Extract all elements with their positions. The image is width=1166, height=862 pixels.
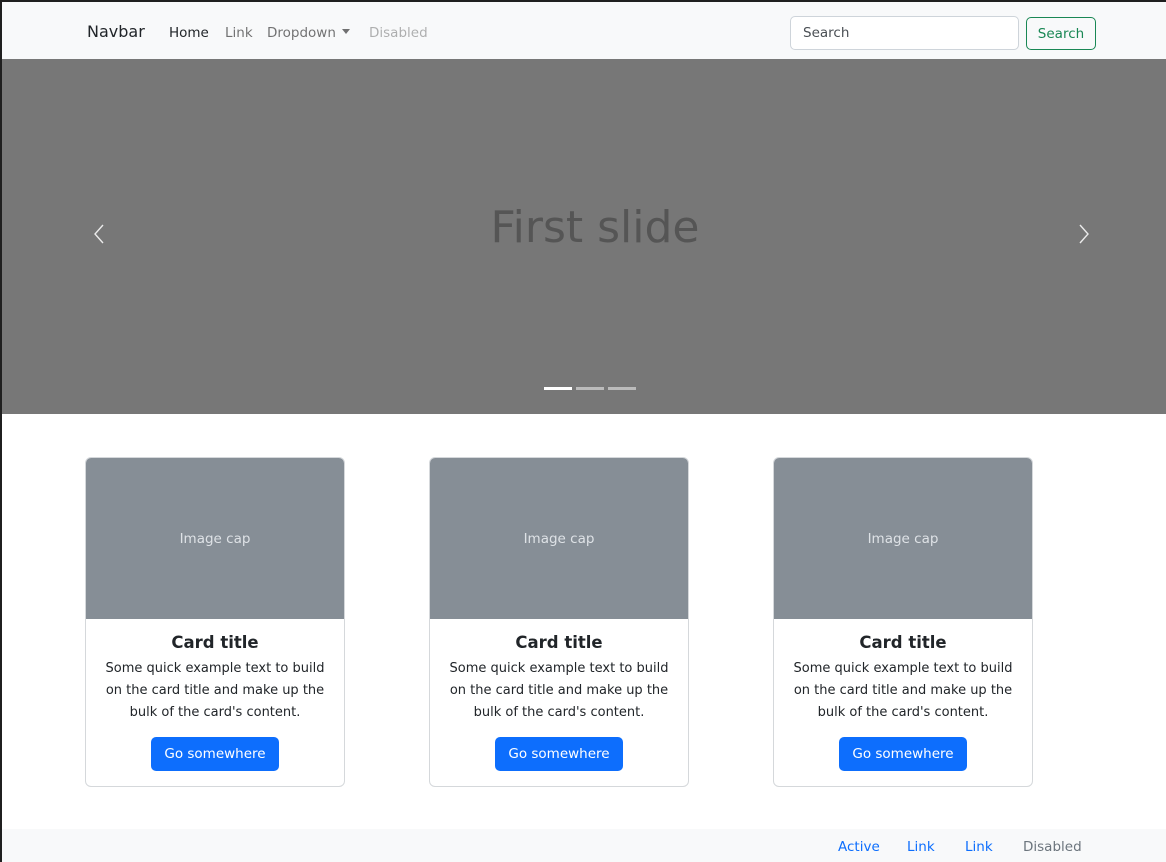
footer-link-disabled: Disabled [1023, 839, 1082, 855]
nav-dropdown-label: Dropdown [267, 25, 336, 41]
nav-dropdown[interactable]: Dropdown [267, 25, 350, 41]
carousel-indicator-3[interactable] [608, 387, 636, 390]
card-image-label: Image cap [179, 530, 251, 547]
search-button[interactable]: Search [1026, 17, 1096, 50]
card-text: Some quick example text to build on the … [449, 661, 669, 720]
caret-down-icon [341, 29, 350, 34]
card-2: Image cap Card title Some quick example … [429, 457, 689, 787]
card-image-label: Image cap [523, 530, 595, 547]
card-title: Card title [171, 633, 259, 652]
card-image-label: Image cap [867, 530, 939, 547]
carousel-prev-button[interactable] [84, 219, 114, 249]
carousel-indicators [0, 387, 1166, 403]
footer-link-2[interactable]: Link [965, 839, 993, 855]
card-button[interactable]: Go somewhere [495, 737, 623, 771]
search-input[interactable] [790, 16, 1019, 50]
navbar-brand[interactable]: Navbar [87, 22, 145, 41]
carousel-indicator-1[interactable] [544, 387, 572, 390]
carousel: First slide [0, 59, 1166, 414]
card-image: Image cap [430, 458, 688, 619]
card-button[interactable]: Go somewhere [151, 737, 279, 771]
nav-link-disabled: Disabled [369, 25, 428, 41]
card-text: Some quick example text to build on the … [105, 661, 325, 720]
nav-link-home[interactable]: Home [169, 25, 209, 41]
card-3: Image cap Card title Some quick example … [773, 457, 1033, 787]
chevron-right-icon [1079, 224, 1089, 244]
carousel-next-button[interactable] [1069, 219, 1099, 249]
footer-nav: Active Link Link Disabled [0, 829, 1166, 862]
footer-link-1[interactable]: Link [907, 839, 935, 855]
slide-caption: First slide [490, 202, 700, 253]
card-image: Image cap [86, 458, 344, 619]
nav-link-link[interactable]: Link [225, 25, 253, 41]
navbar: Navbar Home Link Dropdown Disabled Searc… [0, 0, 1166, 59]
chevron-left-icon [94, 224, 104, 244]
card-title: Card title [515, 633, 603, 652]
carousel-indicator-2[interactable] [576, 387, 604, 390]
card-image: Image cap [774, 458, 1032, 619]
footer-link-active[interactable]: Active [838, 839, 880, 855]
card-title: Card title [859, 633, 947, 652]
card-text: Some quick example text to build on the … [793, 661, 1013, 720]
card-1: Image cap Card title Some quick example … [85, 457, 345, 787]
card-button[interactable]: Go somewhere [839, 737, 967, 771]
